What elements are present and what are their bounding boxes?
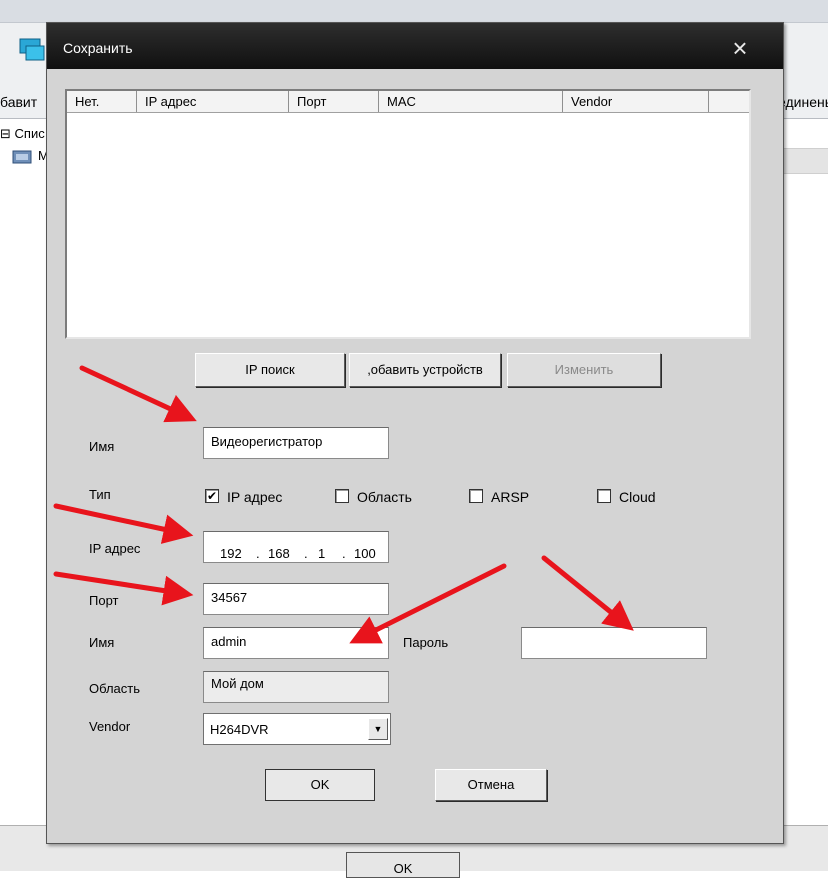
port-input[interactable]: 34567: [203, 583, 389, 615]
area-label: Область: [89, 681, 141, 696]
type-area-label[interactable]: Область: [357, 489, 412, 505]
ip-octet-4[interactable]: 100: [354, 540, 376, 562]
table-header: Нет. IP адрес Порт MAC Vendor: [67, 91, 749, 113]
ip-address-input[interactable]: 192 . 168 . 1 . 100: [203, 531, 389, 563]
ip-dot: .: [304, 546, 308, 561]
dialog-title: Сохранить: [63, 40, 133, 56]
type-ip-checkbox[interactable]: ✔: [205, 489, 219, 503]
device-group-icon: [12, 150, 32, 164]
chevron-down-icon[interactable]: ▼: [368, 718, 388, 740]
area-field: Мой дом: [203, 671, 389, 703]
save-dialog: Сохранить × Нет. IP адрес Порт MAC Vendo…: [46, 22, 784, 844]
ip-dot: .: [342, 546, 346, 561]
type-cloud-checkbox[interactable]: [597, 489, 611, 503]
type-arsp-checkbox[interactable]: [469, 489, 483, 503]
type-cloud-label[interactable]: Cloud: [619, 489, 656, 505]
column-header-mac[interactable]: MAC: [379, 91, 563, 112]
device-list-item[interactable]: М: [12, 148, 49, 164]
connect-label[interactable]: единены: [778, 94, 828, 110]
password-label: Пароль: [403, 635, 449, 650]
type-arsp-label[interactable]: ARSP: [491, 489, 529, 505]
password-input[interactable]: [521, 627, 707, 659]
username-input[interactable]: admin: [203, 627, 389, 659]
ip-search-button[interactable]: IP поиск: [195, 353, 345, 387]
dialog-title-bar: Сохранить ×: [47, 23, 783, 69]
close-icon[interactable]: ×: [725, 33, 755, 63]
ip-octet-2[interactable]: 168: [268, 540, 290, 562]
background-title-bar: [0, 0, 828, 23]
column-header-number[interactable]: Нет.: [67, 91, 137, 112]
device-search-table[interactable]: Нет. IP адрес Порт MAC Vendor: [65, 89, 751, 339]
ok-button[interactable]: OK: [265, 769, 375, 801]
background-ok-button[interactable]: OK: [346, 852, 460, 878]
add-device-label[interactable]: бавит: [0, 94, 37, 110]
ip-dot: .: [256, 546, 260, 561]
add-device-button[interactable]: ,обавить устройств: [349, 353, 501, 387]
add-device-icon[interactable]: [18, 36, 46, 64]
cancel-button[interactable]: Отмена: [435, 769, 547, 801]
column-header-vendor[interactable]: Vendor: [563, 91, 709, 112]
name-label: Имя: [89, 439, 115, 454]
type-area-checkbox[interactable]: [335, 489, 349, 503]
vendor-label: Vendor: [89, 719, 131, 734]
edit-button: Изменить: [507, 353, 661, 387]
ip-octet-1[interactable]: 192: [220, 540, 242, 562]
ip-octet-3[interactable]: 1: [318, 540, 325, 562]
device-name-input[interactable]: Видеорегистратор: [203, 427, 389, 459]
column-header-port[interactable]: Порт: [289, 91, 379, 112]
username-label: Имя: [89, 635, 115, 650]
column-header-ip[interactable]: IP адрес: [137, 91, 289, 112]
type-label: Тип: [89, 487, 111, 502]
ip-address-label: IP адрес: [89, 541, 141, 556]
port-label: Порт: [89, 593, 119, 608]
vendor-select-value: H264DVR: [210, 722, 269, 737]
vendor-select[interactable]: H264DVR ▼: [203, 713, 391, 745]
device-list-title: ⊟ Спис: [0, 126, 45, 141]
type-ip-label[interactable]: IP адрес: [227, 489, 282, 505]
